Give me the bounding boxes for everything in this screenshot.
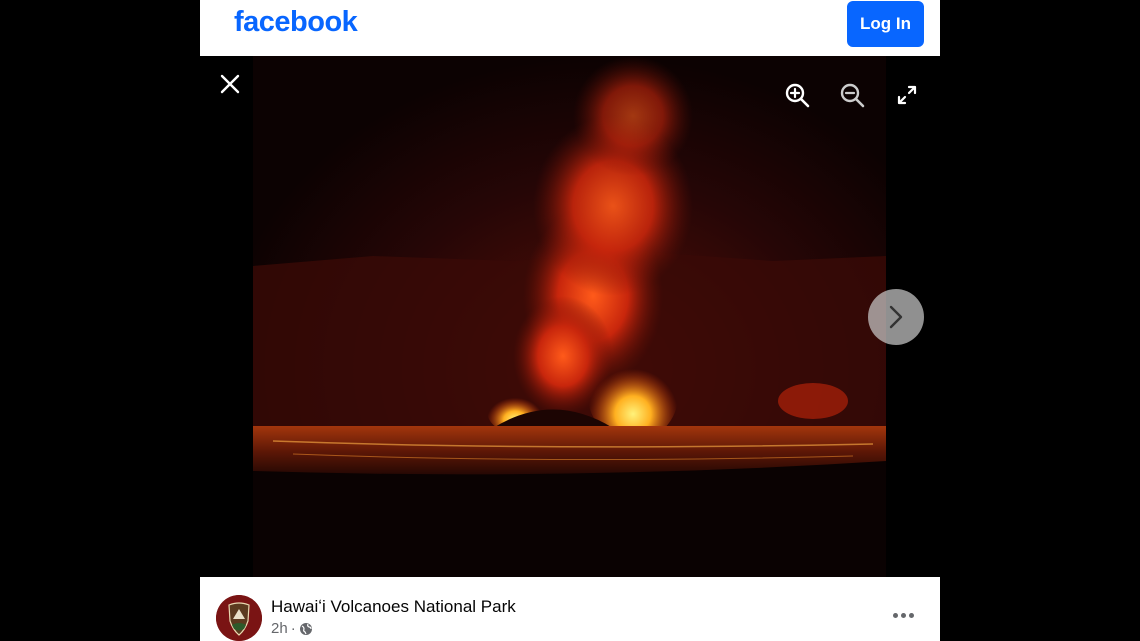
page-avatar[interactable]	[216, 595, 262, 641]
fullscreen-button[interactable]	[889, 77, 925, 113]
page-name-link[interactable]: Hawaiʻi Volcanoes National Park	[271, 597, 516, 617]
top-navbar: facebook Log In	[200, 0, 940, 56]
eruption-image	[253, 56, 886, 577]
chevron-right-icon	[889, 305, 903, 329]
fullscreen-icon	[897, 85, 917, 105]
login-button[interactable]: Log In	[847, 1, 924, 47]
more-options-dot	[900, 612, 906, 618]
next-photo-button[interactable]	[868, 289, 924, 345]
zoom-out-button[interactable]	[834, 77, 870, 113]
facebook-logo[interactable]: facebook	[234, 6, 358, 39]
meta-separator: ·	[290, 620, 296, 637]
zoom-in-icon	[785, 83, 810, 108]
volcano-eruption-photo	[253, 56, 886, 577]
post-header: Hawaiʻi Volcanoes National Park 2h ·	[200, 577, 940, 641]
close-button[interactable]	[212, 66, 248, 102]
zoom-out-icon	[840, 83, 865, 108]
globe-icon	[299, 622, 312, 635]
photo-viewer	[200, 56, 940, 577]
nps-arrowhead-logo	[216, 595, 262, 641]
more-options-icon	[892, 612, 898, 618]
more-options-dot	[908, 612, 914, 618]
post-timestamp[interactable]: 2h	[271, 620, 288, 637]
zoom-in-button[interactable]	[779, 77, 815, 113]
close-icon	[220, 74, 240, 94]
post-meta: 2h ·	[271, 620, 313, 637]
facebook-photo-frame: facebook Log In Hawaiʻi Volcanoes Nation…	[200, 0, 940, 641]
more-options-button[interactable]	[888, 607, 918, 623]
